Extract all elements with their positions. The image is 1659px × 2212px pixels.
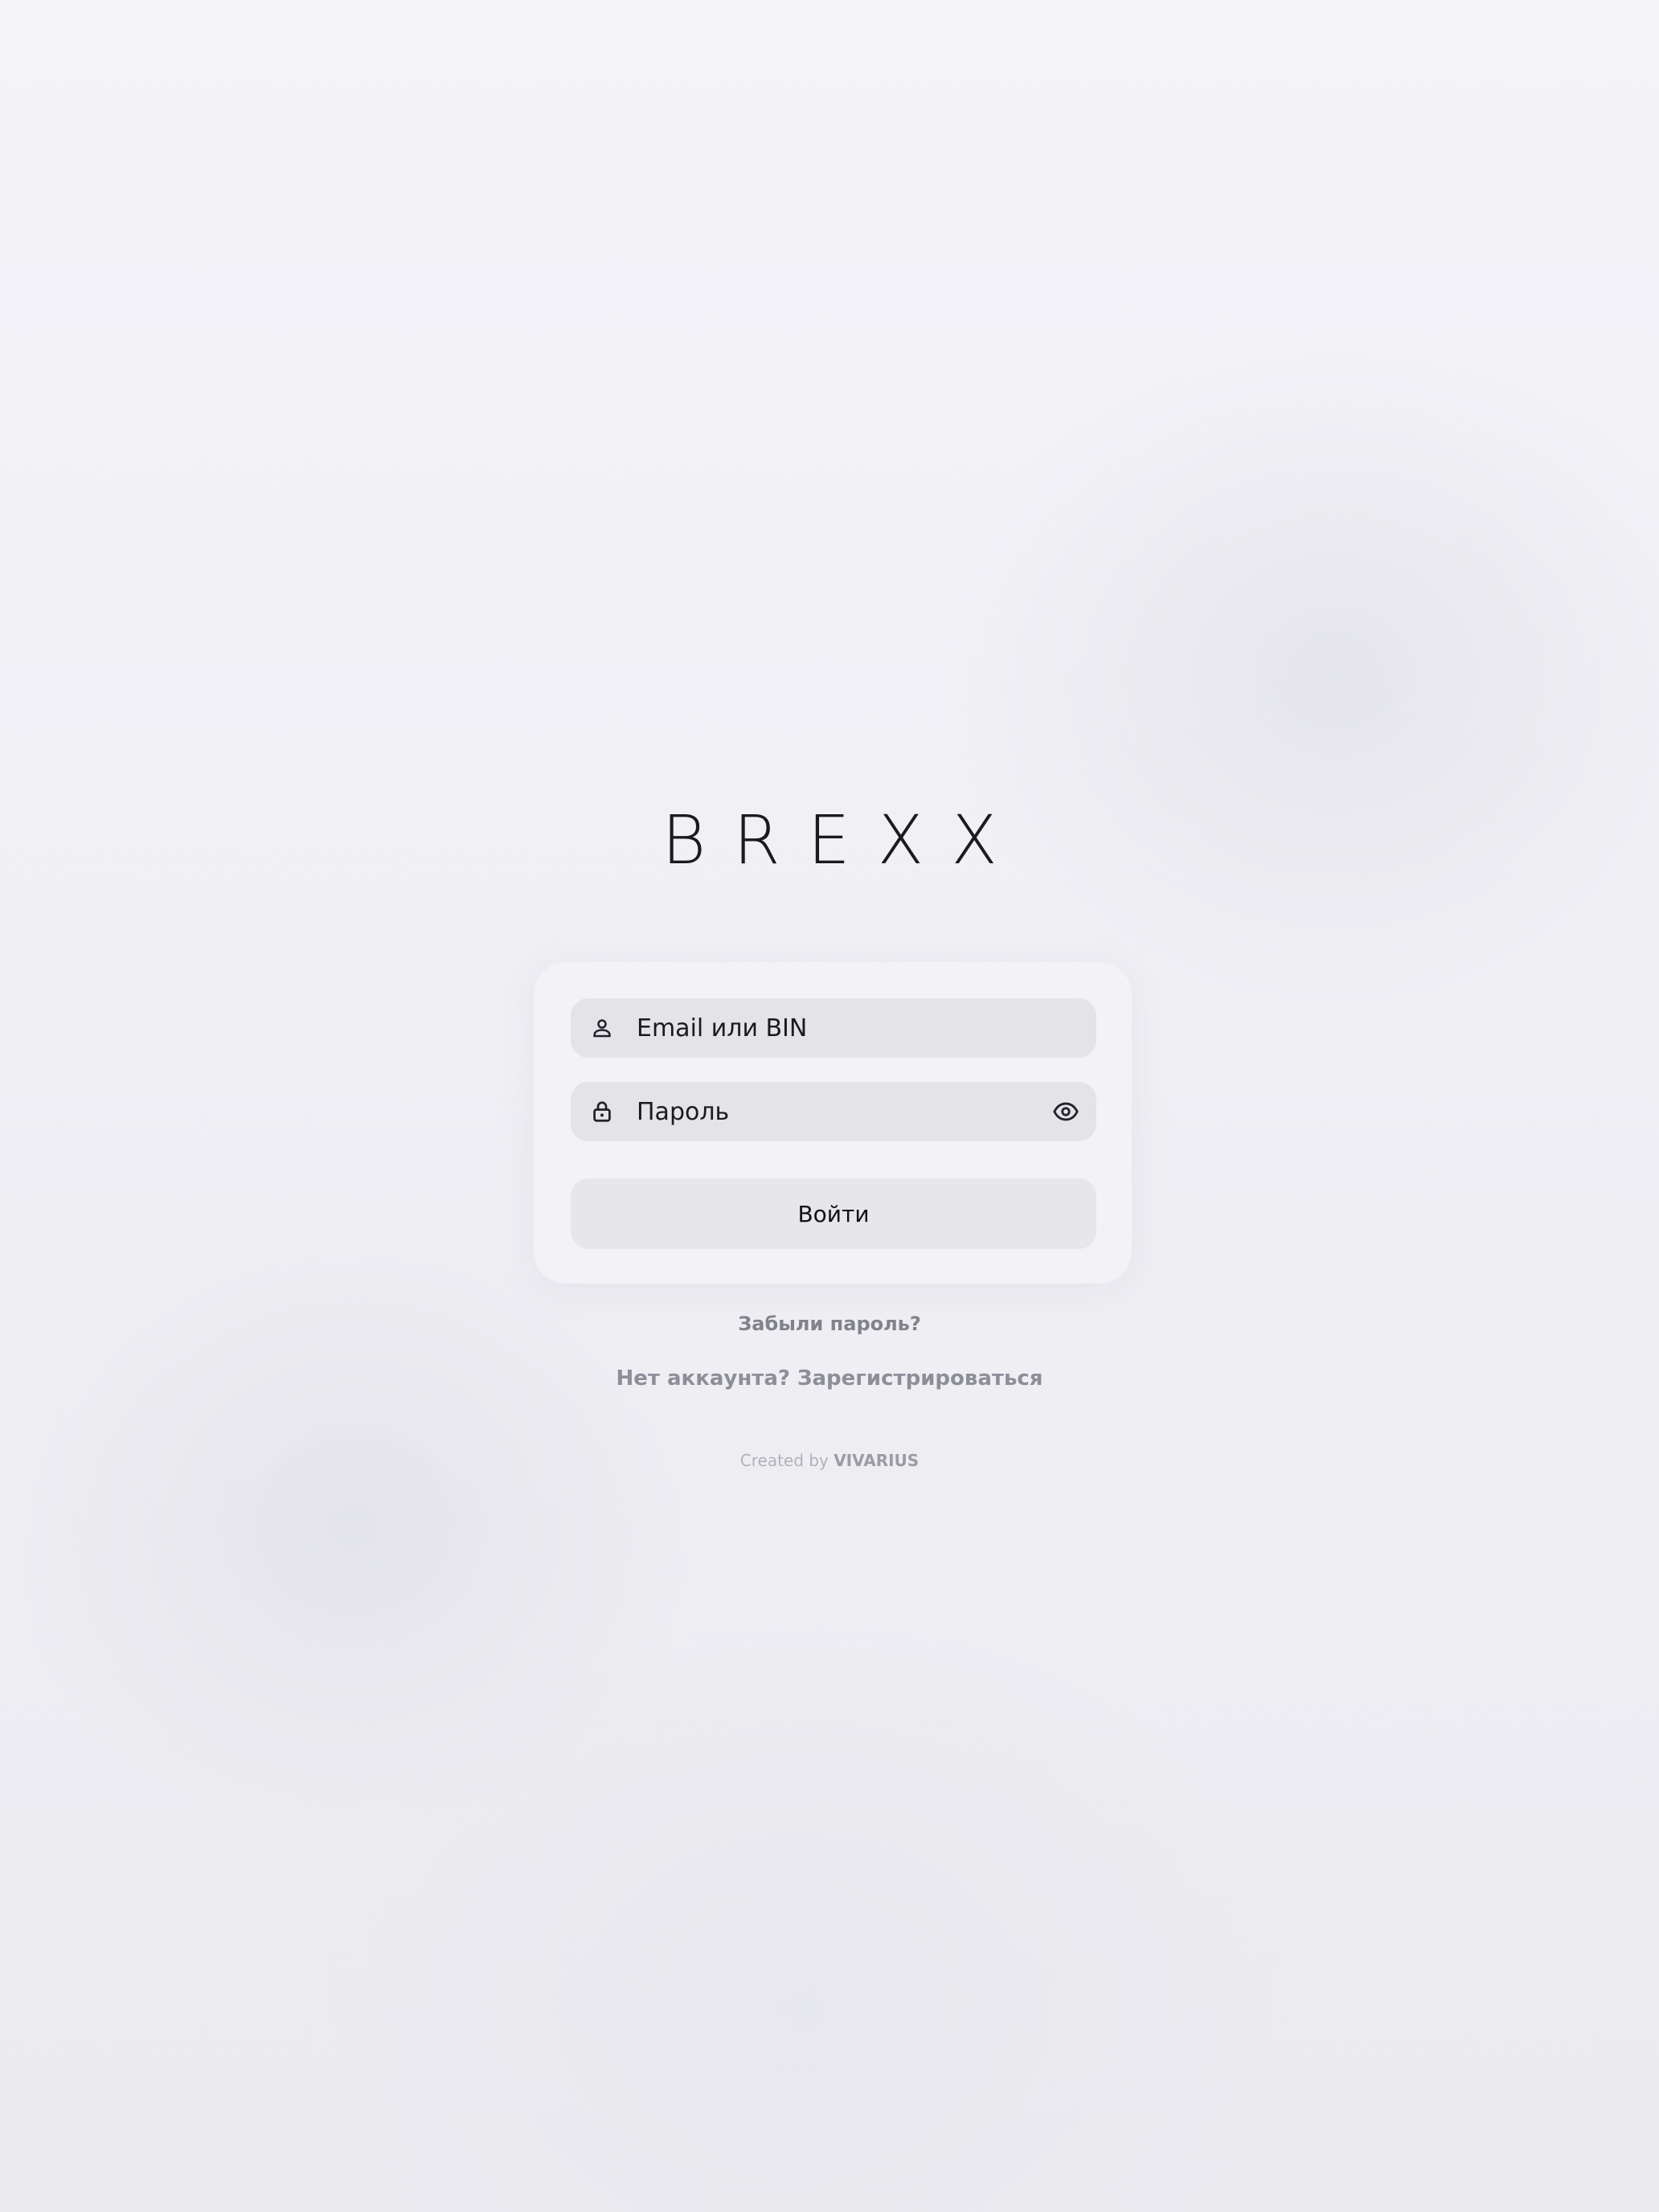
password-field[interactable]: [571, 1082, 1096, 1141]
brand-logo: BREXX: [662, 801, 1025, 879]
forgot-password-link[interactable]: Забыли пароль?: [0, 1312, 1659, 1336]
footer-credit: Created by VIVARIUS: [0, 1448, 1659, 1473]
eye-icon[interactable]: [1050, 1096, 1082, 1128]
credit-brand: VIVARIUS: [834, 1451, 920, 1470]
register-link[interactable]: Нет аккаунта? Зарегистрироваться: [0, 1365, 1659, 1392]
login-button[interactable]: Войти: [571, 1178, 1096, 1249]
person-icon: [587, 1013, 617, 1043]
lock-icon: [587, 1096, 617, 1127]
credit-label: Created by: [739, 1451, 829, 1470]
email-input[interactable]: [637, 998, 1022, 1058]
email-field[interactable]: [571, 998, 1096, 1058]
password-input[interactable]: [637, 1082, 1022, 1141]
